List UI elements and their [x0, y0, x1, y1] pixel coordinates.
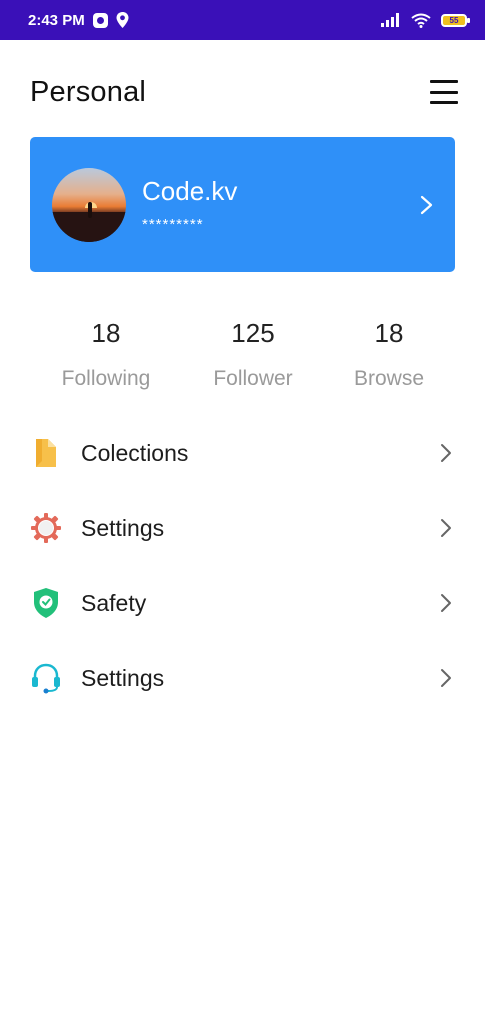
stat-value: 18 — [374, 318, 404, 348]
menu-item-collections[interactable]: Colections — [0, 423, 485, 483]
chevron-right-icon — [441, 669, 451, 687]
menu-item-label: Safety — [81, 589, 147, 616]
menu-item-safety[interactable]: Safety — [0, 573, 485, 633]
header: Personal — [30, 72, 458, 112]
stat-browse[interactable]: 18 Browse — [329, 318, 449, 391]
avatar — [52, 167, 126, 242]
app-notification-icon — [92, 12, 108, 28]
headset-icon — [30, 662, 62, 694]
menu-item-label: Settings — [81, 664, 165, 691]
document-icon — [30, 437, 62, 469]
status-time: 2:43 PM — [28, 11, 85, 29]
stat-value: 18 — [91, 318, 121, 348]
profile-password: ********* — [142, 216, 204, 233]
menu-item-label: Settings — [81, 514, 165, 541]
gear-icon — [30, 512, 62, 544]
stat-label: Follower — [213, 367, 293, 390]
chevron-right-icon — [441, 444, 451, 462]
stat-label: Following — [61, 367, 151, 390]
menu-item-label: Colections — [81, 439, 189, 466]
stats-row: 18 Following 125 Follower 18 Browse — [0, 318, 485, 398]
stat-value: 125 — [231, 318, 275, 348]
menu-item-settings[interactable]: Settings — [0, 498, 485, 558]
chevron-right-icon — [441, 519, 451, 537]
battery-level: 55 — [449, 15, 459, 25]
shield-icon — [30, 587, 62, 619]
wifi-icon — [411, 13, 431, 28]
page-title: Personal — [30, 75, 147, 108]
chevron-right-icon — [441, 594, 451, 612]
hamburger-menu-icon[interactable] — [430, 80, 458, 104]
menu-item-support[interactable]: Settings — [0, 648, 485, 708]
profile-info: Code.kv ********* — [142, 176, 237, 233]
stat-label: Browse — [353, 367, 425, 390]
chevron-right-icon — [420, 195, 433, 214]
status-bar: 2:43 PM 55 — [0, 0, 485, 40]
stat-follower[interactable]: 125 Follower — [193, 318, 313, 391]
profile-card[interactable]: Code.kv ********* — [30, 137, 455, 272]
profile-name: Code.kv — [142, 176, 238, 206]
signal-icon — [381, 13, 399, 27]
battery-icon: 55 — [441, 13, 470, 27]
location-pin-icon — [116, 12, 129, 28]
stat-following[interactable]: 18 Following — [46, 318, 166, 391]
